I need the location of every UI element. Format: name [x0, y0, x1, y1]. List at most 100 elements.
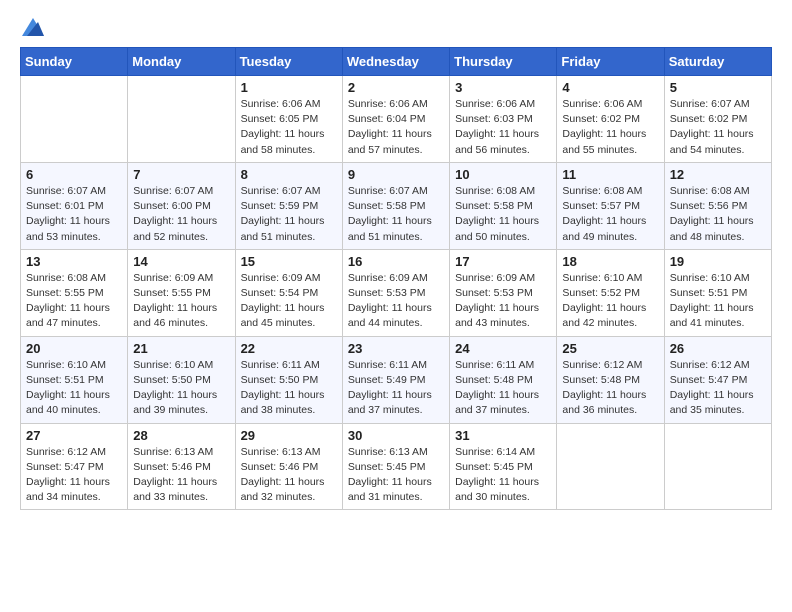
day-info: Sunrise: 6:10 AMSunset: 5:52 PMDaylight:…: [562, 271, 658, 332]
calendar-day-cell: 31 Sunrise: 6:14 AMSunset: 5:45 PMDayligh…: [450, 423, 557, 510]
calendar-day-cell: 12 Sunrise: 6:08 AMSunset: 5:56 PMDayligh…: [664, 162, 771, 249]
calendar-day-cell: 22 Sunrise: 6:11 AMSunset: 5:50 PMDayligh…: [235, 336, 342, 423]
weekday-header-cell: Friday: [557, 48, 664, 76]
day-number: 6: [26, 167, 122, 182]
calendar-day-cell: 19 Sunrise: 6:10 AMSunset: 5:51 PMDayligh…: [664, 249, 771, 336]
day-number: 25: [562, 341, 658, 356]
day-number: 21: [133, 341, 229, 356]
calendar-day-cell: 27Sunrise: 6:12 AMSunset: 5:47 PMDayligh…: [21, 423, 128, 510]
day-info: Sunrise: 6:06 AMSunset: 6:04 PMDaylight:…: [348, 97, 444, 158]
day-info: Sunrise: 6:09 AMSunset: 5:53 PMDaylight:…: [348, 271, 444, 332]
calendar-day-cell: 15 Sunrise: 6:09 AMSunset: 5:54 PMDayligh…: [235, 249, 342, 336]
calendar-day-cell: 20 Sunrise: 6:10 AMSunset: 5:51 PMDayligh…: [21, 336, 128, 423]
day-number: 17: [455, 254, 551, 269]
day-info: Sunrise: 6:08 AMSunset: 5:58 PMDaylight:…: [455, 184, 551, 245]
day-number: 10: [455, 167, 551, 182]
calendar-day-cell: 17Sunrise: 6:09 AMSunset: 5:53 PMDayligh…: [450, 249, 557, 336]
day-number: 19: [670, 254, 766, 269]
day-info: Sunrise: 6:07 AMSunset: 6:00 PMDaylight:…: [133, 184, 229, 245]
calendar-day-cell: 1 Sunrise: 6:06 AMSunset: 6:05 PMDaylight…: [235, 76, 342, 163]
day-info: Sunrise: 6:12 AMSunset: 5:47 PMDaylight:…: [670, 358, 766, 419]
day-number: 15: [241, 254, 337, 269]
day-info: Sunrise: 6:11 AMSunset: 5:48 PMDaylight:…: [455, 358, 551, 419]
calendar-week-row: 6 Sunrise: 6:07 AMSunset: 6:01 PMDaylight…: [21, 162, 772, 249]
calendar-week-row: 27Sunrise: 6:12 AMSunset: 5:47 PMDayligh…: [21, 423, 772, 510]
calendar-day-cell: 9 Sunrise: 6:07 AMSunset: 5:58 PMDaylight…: [342, 162, 449, 249]
calendar-day-cell: 29Sunrise: 6:13 AMSunset: 5:46 PMDayligh…: [235, 423, 342, 510]
weekday-header-cell: Tuesday: [235, 48, 342, 76]
day-number: 27: [26, 428, 122, 443]
day-number: 11: [562, 167, 658, 182]
calendar-day-cell: 8Sunrise: 6:07 AMSunset: 5:59 PMDaylight…: [235, 162, 342, 249]
day-number: 3: [455, 80, 551, 95]
calendar-day-cell: [128, 76, 235, 163]
page-header: [20, 20, 772, 32]
day-number: 12: [670, 167, 766, 182]
day-number: 1: [241, 80, 337, 95]
day-number: 16: [348, 254, 444, 269]
calendar-day-cell: 7Sunrise: 6:07 AMSunset: 6:00 PMDaylight…: [128, 162, 235, 249]
calendar-day-cell: 4 Sunrise: 6:06 AMSunset: 6:02 PMDaylight…: [557, 76, 664, 163]
calendar-day-cell: 21 Sunrise: 6:10 AMSunset: 5:50 PMDayligh…: [128, 336, 235, 423]
calendar-day-cell: 23 Sunrise: 6:11 AMSunset: 5:49 PMDayligh…: [342, 336, 449, 423]
day-info: Sunrise: 6:09 AMSunset: 5:55 PMDaylight:…: [133, 271, 229, 332]
day-info: Sunrise: 6:11 AMSunset: 5:50 PMDaylight:…: [241, 358, 337, 419]
calendar-day-cell: 5 Sunrise: 6:07 AMSunset: 6:02 PMDaylight…: [664, 76, 771, 163]
calendar-day-cell: 10 Sunrise: 6:08 AMSunset: 5:58 PMDayligh…: [450, 162, 557, 249]
calendar-week-row: 1 Sunrise: 6:06 AMSunset: 6:05 PMDaylight…: [21, 76, 772, 163]
day-number: 9: [348, 167, 444, 182]
calendar-day-cell: 26 Sunrise: 6:12 AMSunset: 5:47 PMDayligh…: [664, 336, 771, 423]
calendar-day-cell: 11 Sunrise: 6:08 AMSunset: 5:57 PMDayligh…: [557, 162, 664, 249]
weekday-header-cell: Monday: [128, 48, 235, 76]
day-info: Sunrise: 6:07 AMSunset: 5:58 PMDaylight:…: [348, 184, 444, 245]
day-info: Sunrise: 6:07 AMSunset: 6:01 PMDaylight:…: [26, 184, 122, 245]
calendar-week-row: 20 Sunrise: 6:10 AMSunset: 5:51 PMDayligh…: [21, 336, 772, 423]
logo-icon: [22, 18, 44, 36]
day-number: 20: [26, 341, 122, 356]
day-info: Sunrise: 6:08 AMSunset: 5:55 PMDaylight:…: [26, 271, 122, 332]
day-number: 4: [562, 80, 658, 95]
day-info: Sunrise: 6:06 AMSunset: 6:05 PMDaylight:…: [241, 97, 337, 158]
day-info: Sunrise: 6:13 AMSunset: 5:46 PMDaylight:…: [133, 445, 229, 506]
calendar-day-cell: [21, 76, 128, 163]
day-number: 23: [348, 341, 444, 356]
day-info: Sunrise: 6:08 AMSunset: 5:57 PMDaylight:…: [562, 184, 658, 245]
calendar-day-cell: [664, 423, 771, 510]
day-info: Sunrise: 6:06 AMSunset: 6:02 PMDaylight:…: [562, 97, 658, 158]
day-number: 24: [455, 341, 551, 356]
calendar-day-cell: [557, 423, 664, 510]
calendar-day-cell: 24 Sunrise: 6:11 AMSunset: 5:48 PMDayligh…: [450, 336, 557, 423]
day-number: 22: [241, 341, 337, 356]
day-info: Sunrise: 6:13 AMSunset: 5:46 PMDaylight:…: [241, 445, 337, 506]
calendar-body: 1 Sunrise: 6:06 AMSunset: 6:05 PMDaylight…: [21, 76, 772, 510]
day-number: 5: [670, 80, 766, 95]
calendar-day-cell: 28Sunrise: 6:13 AMSunset: 5:46 PMDayligh…: [128, 423, 235, 510]
calendar-day-cell: 2 Sunrise: 6:06 AMSunset: 6:04 PMDaylight…: [342, 76, 449, 163]
day-number: 14: [133, 254, 229, 269]
calendar-week-row: 13 Sunrise: 6:08 AMSunset: 5:55 PMDayligh…: [21, 249, 772, 336]
day-info: Sunrise: 6:09 AMSunset: 5:54 PMDaylight:…: [241, 271, 337, 332]
day-info: Sunrise: 6:07 AMSunset: 6:02 PMDaylight:…: [670, 97, 766, 158]
day-info: Sunrise: 6:14 AMSunset: 5:45 PMDaylight:…: [455, 445, 551, 506]
logo: [20, 20, 44, 32]
day-number: 13: [26, 254, 122, 269]
day-info: Sunrise: 6:06 AMSunset: 6:03 PMDaylight:…: [455, 97, 551, 158]
weekday-header-row: SundayMondayTuesdayWednesdayThursdayFrid…: [21, 48, 772, 76]
day-info: Sunrise: 6:08 AMSunset: 5:56 PMDaylight:…: [670, 184, 766, 245]
calendar-day-cell: 25 Sunrise: 6:12 AMSunset: 5:48 PMDayligh…: [557, 336, 664, 423]
day-info: Sunrise: 6:10 AMSunset: 5:51 PMDaylight:…: [26, 358, 122, 419]
day-info: Sunrise: 6:07 AMSunset: 5:59 PMDaylight:…: [241, 184, 337, 245]
weekday-header-cell: Sunday: [21, 48, 128, 76]
day-info: Sunrise: 6:13 AMSunset: 5:45 PMDaylight:…: [348, 445, 444, 506]
calendar-day-cell: 30Sunrise: 6:13 AMSunset: 5:45 PMDayligh…: [342, 423, 449, 510]
day-info: Sunrise: 6:10 AMSunset: 5:51 PMDaylight:…: [670, 271, 766, 332]
day-info: Sunrise: 6:12 AMSunset: 5:48 PMDaylight:…: [562, 358, 658, 419]
day-info: Sunrise: 6:10 AMSunset: 5:50 PMDaylight:…: [133, 358, 229, 419]
calendar-day-cell: 18Sunrise: 6:10 AMSunset: 5:52 PMDayligh…: [557, 249, 664, 336]
day-number: 26: [670, 341, 766, 356]
calendar-day-cell: 14 Sunrise: 6:09 AMSunset: 5:55 PMDayligh…: [128, 249, 235, 336]
day-info: Sunrise: 6:11 AMSunset: 5:49 PMDaylight:…: [348, 358, 444, 419]
day-number: 31: [455, 428, 551, 443]
day-number: 2: [348, 80, 444, 95]
weekday-header-cell: Wednesday: [342, 48, 449, 76]
